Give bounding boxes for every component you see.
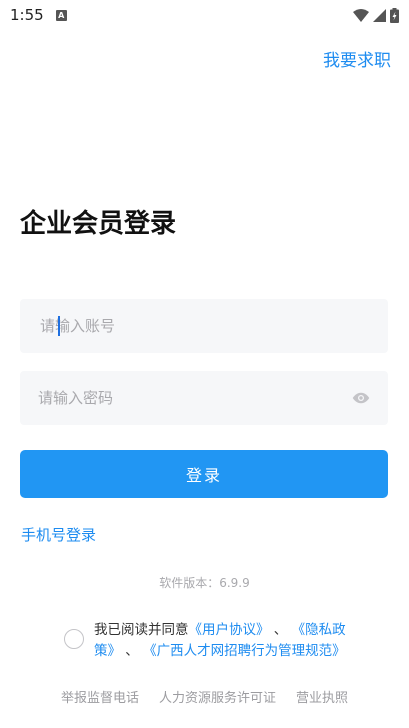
agreement-sep-2: 、 [121,643,139,659]
status-bar: 1:55 A [0,0,409,30]
job-seeker-link[interactable]: 我要求职 [323,46,391,71]
account-field[interactable] [20,299,388,353]
page-title: 企业会员登录 [20,203,187,240]
password-field[interactable] [20,371,388,425]
agreement-prefix: 我已阅读并同意 [94,622,189,638]
status-time: 1:55 [10,6,44,24]
version-text: 软件版本：6.9.9 [159,576,250,590]
business-license-link[interactable]: 营业执照 [296,687,348,706]
recruitment-rules-link[interactable]: 《广西人才网招聘行为管理规范》 [143,643,346,659]
agreement-row: 我已阅读并同意《用户协议》 、 《隐私政策》 、 《广西人才网招聘行为管理规范》 [64,620,364,662]
password-input[interactable] [38,389,344,407]
signal-icon [373,8,386,22]
login-button[interactable]: 登录 [20,450,388,498]
account-input[interactable] [38,317,370,335]
agree-checkbox[interactable] [64,629,84,649]
wifi-icon [353,8,369,22]
login-screen: 1:55 A 我要求职 企业会员登录 请输入账号 登录 手机号登录 软件版本：6… [0,0,409,728]
hr-license-link[interactable]: 人力资源服务许可证 [159,687,276,706]
title-wrap: 企业会员登录 [20,203,187,240]
user-agreement-link[interactable]: 《用户协议》 [189,622,270,638]
agreement-sep-1: 、 [269,622,288,638]
battery-charging-icon [390,7,399,23]
footer-links: 举报监督电话 人力资源服务许可证 营业执照 [0,687,409,706]
a-icon: A [55,9,67,21]
eye-icon[interactable] [352,389,370,407]
status-icons [353,7,399,23]
page-title-text: 企业会员登录 [20,209,177,239]
report-phone-link[interactable]: 举报监督电话 [61,687,139,706]
agreement-text: 我已阅读并同意《用户协议》 、 《隐私政策》 、 《广西人才网招聘行为管理规范》 [94,620,356,662]
phone-login-link[interactable]: 手机号登录 [21,524,96,545]
